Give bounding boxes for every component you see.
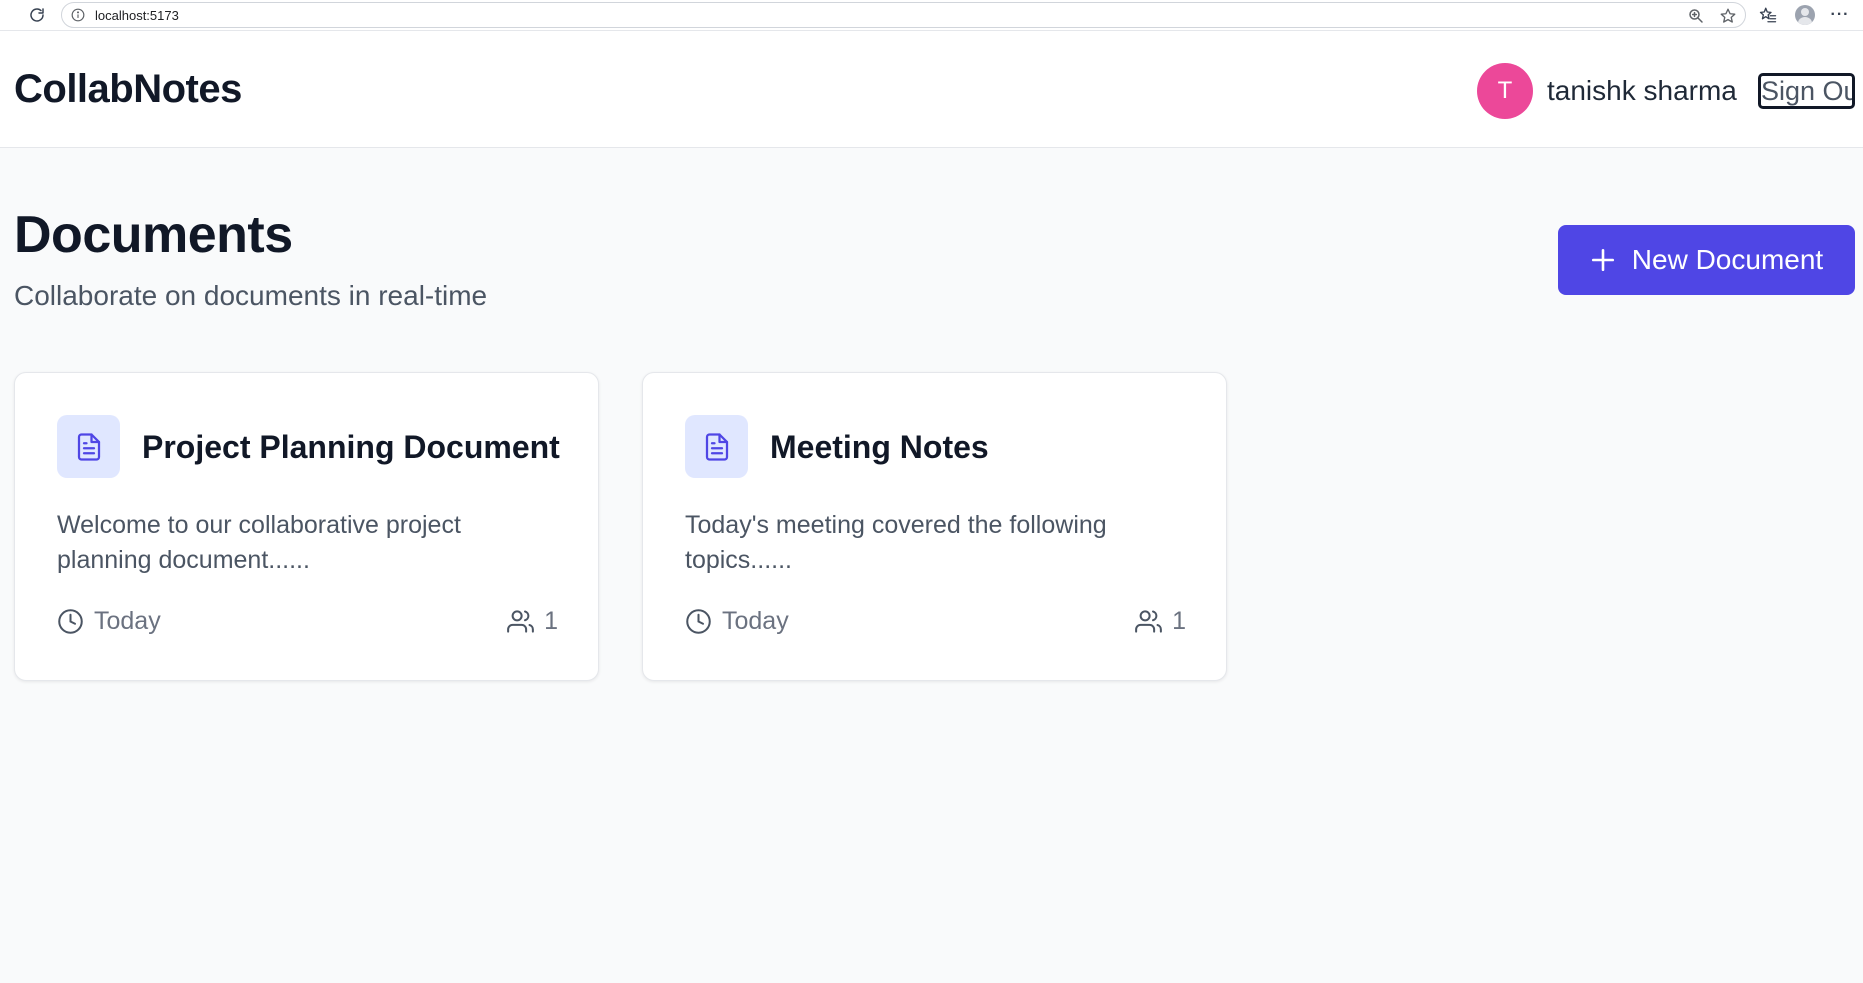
app-header: CollabNotes T tanishk sharma Sign Out (0, 31, 1863, 148)
url-text: localhost:5173 (95, 8, 179, 23)
document-collaborators: 1 (507, 606, 558, 636)
document-card[interactable]: Meeting Notes Today's meeting covered th… (642, 372, 1227, 681)
profile-icon[interactable] (1795, 5, 1815, 25)
collaborator-count: 1 (544, 606, 558, 635)
document-title: Project Planning Document (142, 429, 560, 465)
users-icon (1135, 608, 1162, 635)
favorites-icon[interactable] (1758, 5, 1778, 25)
document-title: Meeting Notes (770, 429, 989, 465)
user-avatar: T (1477, 63, 1533, 119)
zoom-icon[interactable] (1687, 7, 1705, 25)
bookmark-star-icon[interactable] (1719, 7, 1737, 25)
collaborator-count: 1 (1172, 606, 1186, 635)
more-options-icon[interactable]: ··· (1830, 5, 1850, 25)
user-name: tanishk sharma (1547, 75, 1737, 106)
plus-icon (1590, 247, 1616, 273)
address-bar[interactable]: localhost:5173 (61, 2, 1746, 28)
reload-icon[interactable] (27, 5, 47, 25)
file-text-icon (685, 415, 748, 478)
site-info-icon[interactable] (71, 8, 85, 22)
page-subtitle: Collaborate on documents in real-time (14, 280, 488, 311)
users-icon (507, 608, 534, 635)
updated-text: Today (722, 606, 789, 635)
app-logo[interactable]: CollabNotes (14, 67, 242, 112)
browser-toolbar: localhost:5173 ··· (0, 0, 1863, 31)
clock-icon (57, 608, 84, 635)
new-document-button[interactable]: New Document (1558, 225, 1855, 295)
document-collaborators: 1 (1135, 606, 1186, 636)
document-updated: Today (57, 606, 161, 636)
document-excerpt: Today's meeting covered the following to… (685, 511, 1107, 574)
sign-out-button[interactable]: Sign Out (1758, 73, 1855, 109)
new-document-label: New Document (1631, 244, 1824, 275)
file-text-icon (57, 415, 120, 478)
document-updated: Today (685, 606, 789, 636)
page-title: Documents (14, 206, 293, 264)
updated-text: Today (94, 606, 161, 635)
clock-icon (685, 608, 712, 635)
document-card[interactable]: Project Planning Document Welcome to our… (14, 372, 599, 681)
document-excerpt: Welcome to our collaborative project pla… (57, 511, 461, 574)
